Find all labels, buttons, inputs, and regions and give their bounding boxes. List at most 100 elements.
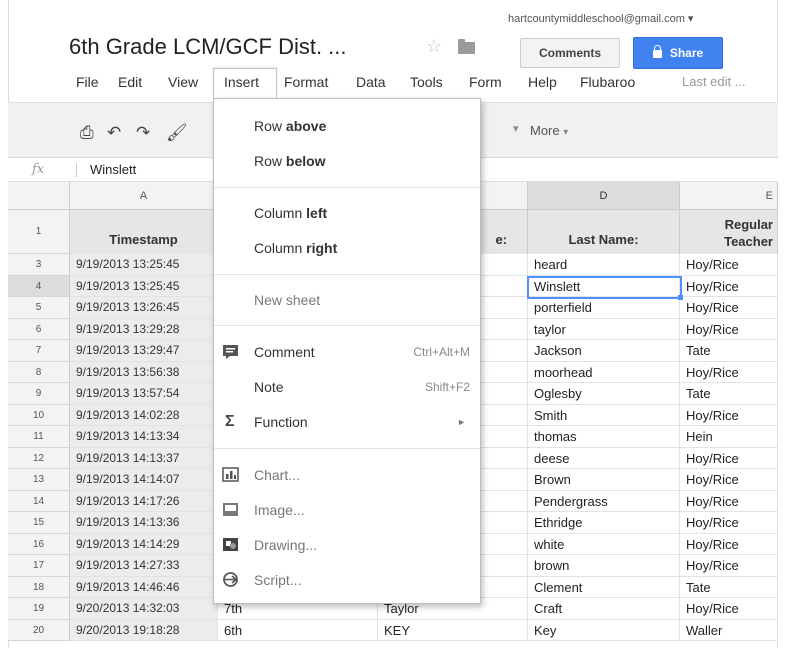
row-number[interactable]: 11 [8,426,70,448]
last-name-cell[interactable]: taylor [528,318,680,340]
teacher-cell[interactable]: Hoy/Rice [680,447,778,469]
teacher-cell[interactable]: Tate [680,576,778,598]
row-number[interactable]: 10 [8,404,70,426]
menu-edit[interactable]: Edit [118,74,142,90]
teacher-cell[interactable]: Hoy/Rice [680,318,778,340]
row-number[interactable]: 7 [8,340,70,362]
row-number[interactable]: 13 [8,469,70,491]
row-number[interactable]: 4 [8,275,70,297]
menu-column-left[interactable]: Column left [214,198,480,228]
menu-insert[interactable]: Insert [224,74,259,90]
chevron-down-icon[interactable]: ▾ [513,122,519,135]
last-name-cell[interactable]: deese [528,447,680,469]
menu-image[interactable]: Image... [214,495,480,525]
menu-function[interactable]: Σ Function ► [214,407,480,437]
row-number[interactable]: 3 [8,254,70,276]
menu-new-sheet[interactable]: New sheet [214,285,480,315]
menu-help[interactable]: Help [528,74,557,90]
header-timestamp[interactable]: Timestamp [70,210,218,254]
teacher-cell[interactable]: Tate [680,383,778,405]
last-name-cell[interactable]: Smith [528,404,680,426]
timestamp-cell[interactable]: 9/19/2013 13:25:45 [70,275,218,297]
column-header-e[interactable]: E [680,182,778,210]
undo-icon[interactable]: ↶ [107,123,121,143]
last-name-cell[interactable]: moorhead [528,361,680,383]
teacher-cell[interactable]: Hoy/Rice [680,254,778,276]
row-number[interactable]: 19 [8,598,70,620]
header-regular-teacher[interactable]: Regular Teacher [680,210,778,254]
last-name-cell[interactable]: Clement [528,576,680,598]
timestamp-cell[interactable]: 9/19/2013 14:02:28 [70,404,218,426]
menu-drawing[interactable]: Drawing... [214,530,480,560]
last-name-cell[interactable]: white [528,533,680,555]
timestamp-cell[interactable]: 9/19/2013 13:25:45 [70,254,218,276]
teacher-cell[interactable]: Hoy/Rice [680,361,778,383]
menu-chart[interactable]: Chart... [214,460,480,490]
last-name-cell[interactable]: Craft [528,598,680,620]
timestamp-cell[interactable]: 9/19/2013 14:46:46 [70,576,218,598]
last-edit-link[interactable]: Last edit ... [682,74,746,89]
last-name-cell[interactable]: Key [528,619,680,641]
row-number[interactable]: 6 [8,318,70,340]
menu-format[interactable]: Format [284,74,328,90]
teacher-cell[interactable]: Hoy/Rice [680,469,778,491]
share-button[interactable]: Share [633,37,723,69]
timestamp-cell[interactable]: 9/19/2013 13:29:47 [70,340,218,362]
folder-icon[interactable] [458,39,475,54]
teacher-cell[interactable]: Hoy/Rice [680,555,778,577]
last-name-cell[interactable]: thomas [528,426,680,448]
timestamp-cell[interactable]: 9/19/2013 14:13:37 [70,447,218,469]
menu-form[interactable]: Form [469,74,502,90]
row-number[interactable]: 14 [8,490,70,512]
row-number[interactable]: 15 [8,512,70,534]
teacher-cell[interactable]: Hoy/Rice [680,404,778,426]
row-number[interactable]: 18 [8,576,70,598]
row-number[interactable]: 17 [8,555,70,577]
formula-input[interactable]: Winslett [90,162,136,177]
menu-row-below[interactable]: Row below [214,146,480,176]
teacher-cell[interactable]: Hoy/Rice [680,297,778,319]
last-name-cell[interactable]: Oglesby [528,383,680,405]
last-name-cell[interactable]: Jackson [528,340,680,362]
last-name-cell[interactable]: porterfield [528,297,680,319]
header-last-name[interactable]: Last Name: [528,210,680,254]
menu-data[interactable]: Data [356,74,386,90]
last-name-cell[interactable]: Ethridge [528,512,680,534]
row-number[interactable]: 9 [8,383,70,405]
fill-handle[interactable] [678,294,683,300]
timestamp-cell[interactable]: 9/19/2013 13:26:45 [70,297,218,319]
teacher-cell[interactable]: Waller [680,619,778,641]
timestamp-cell[interactable]: 9/19/2013 14:17:26 [70,490,218,512]
timestamp-cell[interactable]: 9/19/2013 14:14:29 [70,533,218,555]
paint-format-icon[interactable]: 🖌 [166,123,188,143]
more-button[interactable]: More ▾ [530,123,568,138]
menu-note[interactable]: Note Shift+F2 [214,372,480,402]
account-menu[interactable]: hartcountymiddleschool@gmail.com ▾ [508,12,693,25]
teacher-cell[interactable]: Hein [680,426,778,448]
row-number[interactable]: 12 [8,447,70,469]
grade-cell[interactable]: 6th [218,619,378,641]
menu-column-right[interactable]: Column right [214,233,480,263]
timestamp-cell[interactable]: 9/19/2013 13:29:28 [70,318,218,340]
last-name-cell[interactable]: heard [528,254,680,276]
timestamp-cell[interactable]: 9/19/2013 13:57:54 [70,383,218,405]
timestamp-cell[interactable]: 9/19/2013 14:13:36 [70,512,218,534]
menu-tools[interactable]: Tools [410,74,443,90]
teacher-cell[interactable]: Hoy/Rice [680,490,778,512]
teacher-cell[interactable]: Hoy/Rice [680,512,778,534]
row-number[interactable]: 8 [8,361,70,383]
menu-file[interactable]: File [76,74,99,90]
menu-script[interactable]: Script... [214,565,480,595]
column-header-a[interactable]: A [70,182,218,210]
row-number[interactable]: 20 [8,619,70,641]
timestamp-cell[interactable]: 9/19/2013 13:56:38 [70,361,218,383]
row-number[interactable]: 5 [8,297,70,319]
menu-view[interactable]: View [168,74,198,90]
print-icon[interactable]: ⎙ [80,123,94,143]
menu-row-above[interactable]: Row above [214,111,480,141]
last-name-cell[interactable]: brown [528,555,680,577]
teacher-cell[interactable]: Hoy/Rice [680,533,778,555]
timestamp-cell[interactable]: 9/20/2013 19:18:28 [70,619,218,641]
timestamp-cell[interactable]: 9/19/2013 14:27:33 [70,555,218,577]
row-number[interactable]: 16 [8,533,70,555]
